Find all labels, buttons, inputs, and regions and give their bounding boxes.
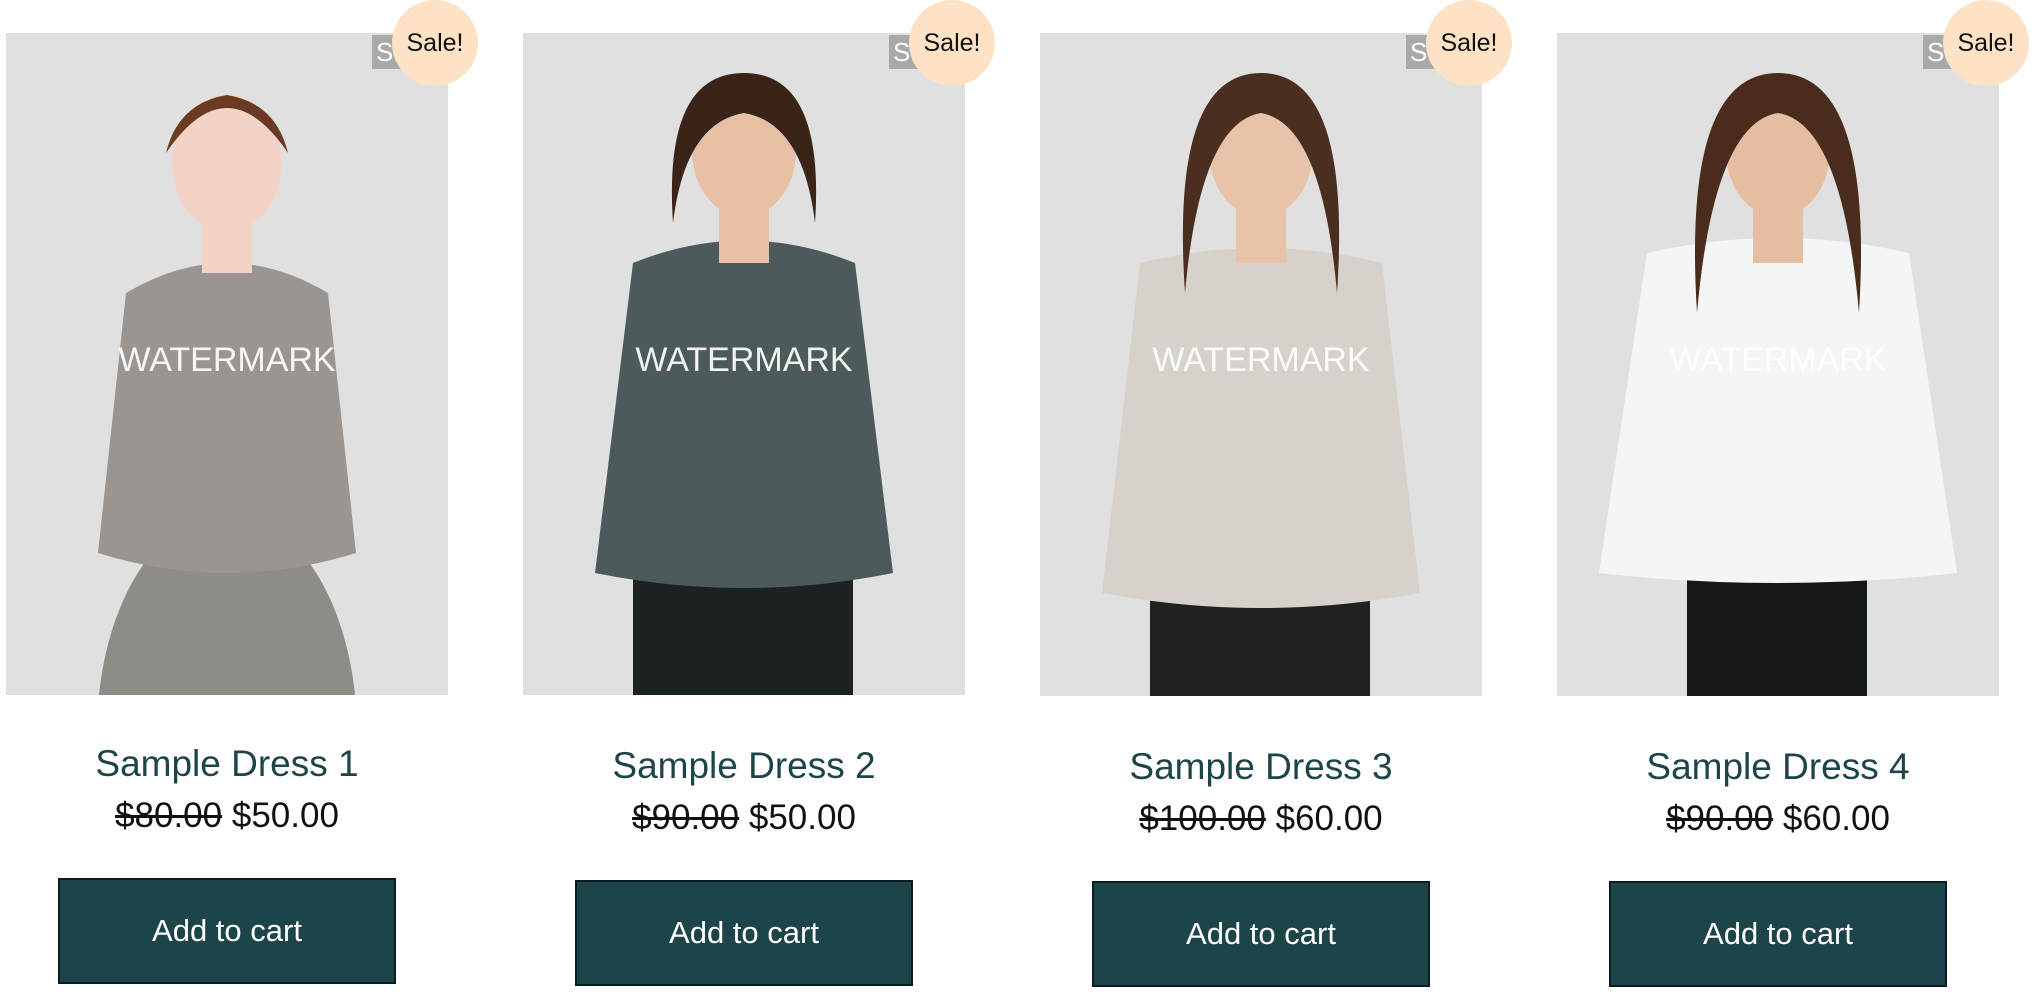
product-title[interactable]: Sample Dress 4 — [1557, 746, 1999, 788]
product-card: WATERMARK SK Sale! Sample Dress 3 $100.0… — [1040, 0, 1512, 992]
add-to-cart-button[interactable]: Add to cart — [1092, 881, 1430, 987]
product-card: WATERMARK SK Sale! Sample Dress 2 $90.00… — [523, 0, 995, 992]
add-to-cart-button[interactable]: Add to cart — [1609, 881, 1947, 987]
product-title[interactable]: Sample Dress 1 — [6, 743, 448, 785]
sale-badge: Sale! — [909, 0, 995, 86]
product-image[interactable]: WATERMARK — [1040, 33, 1482, 696]
top-garment — [595, 240, 893, 588]
top-garment — [1599, 238, 1957, 583]
old-price: $90.00 — [632, 798, 740, 837]
product-card: WATERMARK SK Sale! Sample Dress 4 $90.00… — [1557, 0, 2029, 992]
top-garment — [98, 263, 356, 573]
sale-price: $50.00 — [231, 796, 339, 835]
sale-badge: Sale! — [1426, 0, 1512, 86]
sale-badge: Sale! — [1943, 0, 2029, 86]
old-price: $100.00 — [1139, 799, 1266, 838]
product-image[interactable]: WATERMARK — [6, 33, 448, 695]
old-price: $90.00 — [1666, 799, 1774, 838]
watermark-text: WATERMARK — [1669, 341, 1887, 379]
product-price: $90.00 $60.00 — [1557, 799, 1999, 839]
product-title[interactable]: Sample Dress 2 — [523, 745, 965, 787]
top-garment — [1102, 248, 1420, 608]
watermark-text: WATERMARK — [118, 341, 336, 379]
sale-badge: Sale! — [392, 0, 478, 86]
product-price: $100.00 $60.00 — [1040, 799, 1482, 839]
product-grid: WATERMARK SK Sale! Sample Dress 1 $80.00… — [0, 0, 2036, 992]
product-image[interactable]: WATERMARK — [523, 33, 965, 695]
product-price: $90.00 $50.00 — [523, 798, 965, 838]
sale-price: $50.00 — [748, 798, 856, 837]
add-to-cart-button[interactable]: Add to cart — [575, 880, 913, 986]
sale-price: $60.00 — [1275, 799, 1383, 838]
watermark-text: WATERMARK — [1152, 341, 1370, 379]
old-price: $80.00 — [115, 796, 223, 835]
product-title[interactable]: Sample Dress 3 — [1040, 746, 1482, 788]
add-to-cart-button[interactable]: Add to cart — [58, 878, 396, 984]
product-price: $80.00 $50.00 — [6, 796, 448, 836]
watermark-text: WATERMARK — [635, 341, 853, 379]
product-card: WATERMARK SK Sale! Sample Dress 1 $80.00… — [6, 0, 478, 992]
product-image[interactable]: WATERMARK — [1557, 33, 1999, 696]
sale-price: $60.00 — [1782, 799, 1890, 838]
